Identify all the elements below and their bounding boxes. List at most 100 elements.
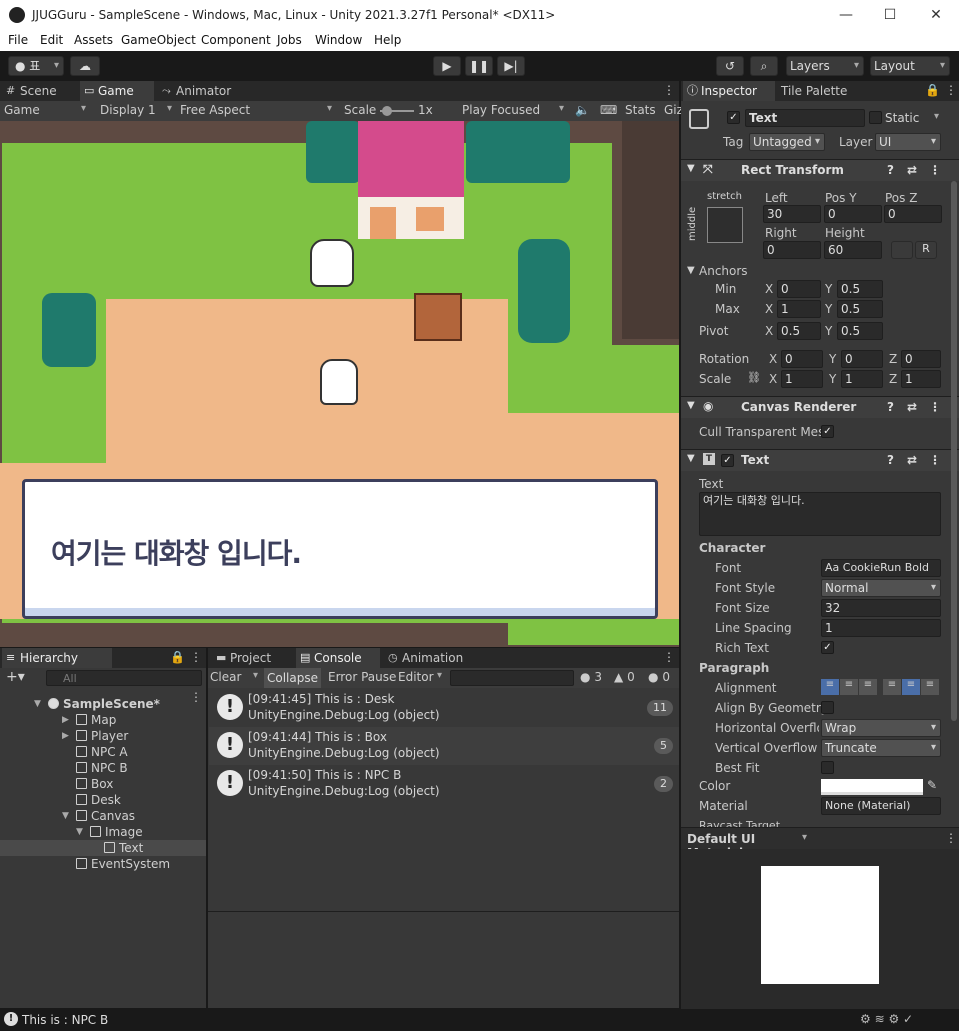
hierarchy-item[interactable]: Desk bbox=[0, 792, 206, 808]
text-enabled-checkbox[interactable]: ✓ bbox=[721, 454, 734, 467]
anchor-max-y-field[interactable]: 0.5 bbox=[837, 300, 883, 318]
kebab-menu-icon[interactable]: ⋮ bbox=[929, 453, 941, 467]
pause-button[interactable]: ❚❚ bbox=[465, 56, 493, 76]
settings-icon[interactable]: ⇄ bbox=[907, 400, 917, 414]
settings-icon[interactable]: ⇄ bbox=[907, 453, 917, 467]
lock-icon[interactable]: 🔒 bbox=[925, 83, 940, 97]
desk-sprite[interactable] bbox=[414, 293, 462, 341]
lock-icon[interactable]: 🔒 bbox=[170, 650, 185, 664]
stats-button[interactable]: Stats bbox=[625, 103, 656, 117]
foldout-icon[interactable]: ▼ bbox=[687, 265, 695, 276]
text-component-header[interactable]: ▼ T ✓ Text ? ⇄ ⋮ bbox=[681, 449, 959, 471]
hierarchy-item[interactable]: ▶ Map bbox=[0, 712, 206, 728]
foldout-arrow-icon[interactable]: ▼ bbox=[76, 824, 83, 840]
settings-icon[interactable]: ⇄ bbox=[907, 163, 917, 177]
tag-dropdown[interactable]: Untagged bbox=[749, 133, 825, 151]
scale-z-field[interactable]: 1 bbox=[901, 370, 941, 388]
tab-scene[interactable]: # Scene bbox=[2, 81, 66, 101]
collapse-toggle[interactable]: Collapse bbox=[264, 668, 321, 688]
play-button[interactable]: ▶ bbox=[433, 56, 461, 76]
hierarchy-item[interactable]: NPC B bbox=[0, 760, 206, 776]
pos-z-field[interactable]: 0 bbox=[884, 205, 942, 223]
cloud-button[interactable]: ☁ bbox=[70, 56, 100, 76]
raw-edit-button[interactable]: R bbox=[915, 241, 937, 259]
scale-x-field[interactable]: 1 bbox=[781, 370, 823, 388]
h-overflow-dropdown[interactable]: Wrap bbox=[821, 719, 941, 737]
hierarchy-item[interactable]: ▼ Image bbox=[0, 824, 206, 840]
play-focused-dropdown[interactable]: Play Focused bbox=[462, 103, 568, 117]
hierarchy-item[interactable]: ▶ Player bbox=[0, 728, 206, 744]
canvas-renderer-header[interactable]: ▼ ◉ Canvas Renderer ? ⇄ ⋮ bbox=[681, 396, 959, 418]
account-dropdown[interactable]: ● 표 bbox=[8, 56, 64, 76]
height-field[interactable]: 60 bbox=[824, 241, 882, 259]
player-sprite[interactable] bbox=[320, 359, 358, 405]
kebab-menu-icon[interactable]: ⋮ bbox=[929, 400, 941, 414]
tab-project[interactable]: ▬ Project bbox=[212, 648, 292, 668]
line-spacing-field[interactable]: 1 bbox=[821, 619, 941, 637]
foldout-arrow-icon[interactable]: ▶ bbox=[62, 712, 69, 728]
rich-text-checkbox[interactable]: ✓ bbox=[821, 641, 834, 654]
menu-edit[interactable]: Edit bbox=[40, 33, 63, 47]
static-checkbox[interactable] bbox=[869, 111, 882, 124]
menu-file[interactable]: File bbox=[8, 33, 28, 47]
v-overflow-dropdown[interactable]: Truncate bbox=[821, 739, 941, 757]
help-icon[interactable]: ? bbox=[887, 453, 894, 467]
font-field[interactable]: Aa CookieRun Bold bbox=[821, 559, 941, 577]
link-icon[interactable]: ⛓ bbox=[747, 371, 761, 384]
log-count-toggle[interactable]: ● 3 bbox=[580, 670, 602, 684]
rotation-z-field[interactable]: 0 bbox=[901, 350, 941, 368]
foldout-arrow-icon[interactable]: ▼ bbox=[34, 696, 41, 712]
help-icon[interactable]: ? bbox=[887, 163, 894, 177]
keyboard-icon[interactable]: ⌨ bbox=[600, 103, 617, 117]
console-entry[interactable]: ! [09:41:44] This is : Box UnityEngine.Deb… bbox=[209, 727, 679, 765]
foldout-arrow-icon[interactable]: ▼ bbox=[62, 808, 69, 824]
rotation-y-field[interactable]: 0 bbox=[841, 350, 883, 368]
hierarchy-item[interactable]: Text bbox=[0, 840, 206, 856]
game-viewport[interactable]: 여기는 대화창 입니다. bbox=[0, 121, 679, 647]
add-button[interactable]: +▾ bbox=[6, 669, 25, 685]
layer-dropdown[interactable]: UI bbox=[875, 133, 941, 151]
tab-game[interactable]: ▭ Game bbox=[80, 81, 154, 101]
hierarchy-item[interactable]: Box bbox=[0, 776, 206, 792]
best-fit-checkbox[interactable] bbox=[821, 761, 834, 774]
status-icons[interactable]: ⚙ ≋ ⚙ ✓ bbox=[860, 1012, 913, 1026]
blueprint-button[interactable] bbox=[891, 241, 913, 259]
game-mode-dropdown[interactable]: Game bbox=[4, 103, 90, 117]
npc-a-sprite[interactable] bbox=[310, 239, 354, 287]
kebab-menu-icon[interactable]: ⋮ bbox=[190, 650, 202, 664]
alignment-buttons[interactable]: ≡ ≡ ≡ ≡ ≡ ≡ bbox=[821, 679, 941, 697]
tab-console[interactable]: ▤ Console bbox=[296, 648, 380, 668]
console-entry[interactable]: ! [09:41:45] This is : Desk UnityEngine.De… bbox=[209, 689, 679, 727]
hierarchy-item[interactable]: EventSystem bbox=[0, 856, 206, 872]
color-swatch[interactable] bbox=[821, 779, 923, 795]
anchor-min-y-field[interactable]: 0.5 bbox=[837, 280, 883, 298]
scale-slider[interactable] bbox=[380, 106, 414, 116]
right-field[interactable]: 0 bbox=[763, 241, 821, 259]
menu-assets[interactable]: Assets bbox=[74, 33, 113, 47]
pivot-y-field[interactable]: 0.5 bbox=[837, 322, 883, 340]
error-pause-toggle[interactable]: Error Pause bbox=[328, 670, 396, 684]
align-left-button[interactable]: ≡ bbox=[821, 679, 839, 695]
material-field[interactable]: None (Material) bbox=[821, 797, 941, 815]
display-dropdown[interactable]: Display 1 bbox=[100, 103, 176, 117]
audio-icon[interactable]: 🔈 bbox=[575, 103, 590, 117]
kebab-menu-icon[interactable]: ⋮ bbox=[663, 650, 675, 664]
menu-help[interactable]: Help bbox=[374, 33, 401, 47]
align-bottom-button[interactable]: ≡ bbox=[921, 679, 939, 695]
layers-dropdown[interactable]: Layers bbox=[786, 56, 864, 76]
align-center-button[interactable]: ≡ bbox=[840, 679, 858, 695]
close-button[interactable]: ✕ bbox=[926, 5, 946, 25]
hierarchy-search-input[interactable]: All bbox=[46, 670, 202, 686]
menu-jobs[interactable]: Jobs bbox=[277, 33, 302, 47]
editor-dropdown[interactable]: Editor bbox=[398, 670, 446, 684]
hierarchy-item[interactable]: NPC A bbox=[0, 744, 206, 760]
anchor-min-x-field[interactable]: 0 bbox=[777, 280, 821, 298]
tab-hierarchy[interactable]: ≡ Hierarchy bbox=[2, 648, 112, 668]
align-top-button[interactable]: ≡ bbox=[883, 679, 901, 695]
menu-component[interactable]: Component bbox=[201, 33, 271, 47]
scrollbar[interactable] bbox=[951, 181, 957, 721]
step-button[interactable]: ▶| bbox=[497, 56, 525, 76]
name-field[interactable]: Text bbox=[745, 109, 865, 127]
menu-window[interactable]: Window bbox=[315, 33, 362, 47]
console-entry[interactable]: ! [09:41:50] This is : NPC B UnityEngine.D… bbox=[209, 765, 679, 803]
